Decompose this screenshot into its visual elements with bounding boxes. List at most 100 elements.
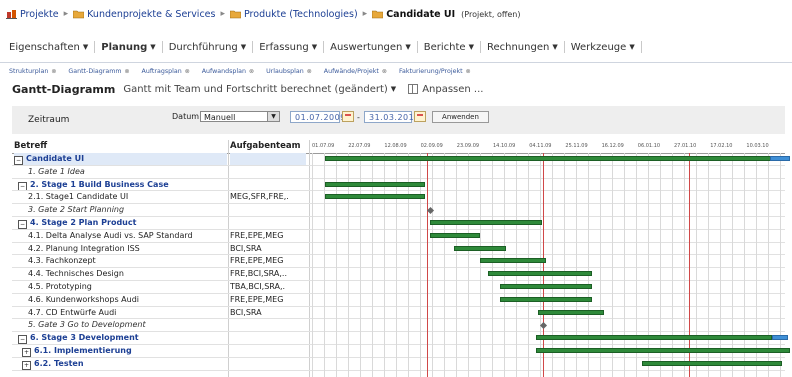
gantt-mode-dropdown[interactable]: Gantt mit Team und Fortschritt berechnet… (123, 84, 396, 95)
close-icon[interactable]: ⊗ (124, 68, 129, 75)
collapse-icon[interactable]: − (14, 156, 23, 165)
gantt-bar-progress[interactable] (325, 194, 425, 200)
breadcrumb-item[interactable]: Kundenprojekte & Services (72, 8, 216, 20)
week-gridline (636, 153, 637, 377)
menu-berichte[interactable]: Berichte ▼ (418, 41, 481, 53)
tab-label: Aufwände/Projekt (323, 67, 379, 75)
week-gridline (684, 153, 685, 377)
close-icon[interactable]: ⊗ (382, 68, 387, 75)
menu-eigenschaften[interactable]: Eigenschaften ▼ (0, 41, 96, 53)
gantt-bar-progress[interactable] (538, 309, 604, 315)
gantt-bar-progress[interactable] (325, 156, 773, 161)
tab-item[interactable]: Aufwandsplan ⊗ (194, 68, 258, 75)
expand-icon[interactable]: + (22, 348, 31, 357)
task-subject-cell: 4.7. CD Entwürfe Audi (14, 307, 241, 319)
close-icon[interactable]: ⊗ (307, 68, 312, 75)
task-team-cell: FRE,EPE,MEG (230, 256, 284, 266)
menu-werkzeuge[interactable]: Werkzeuge ▼ (565, 41, 642, 53)
close-icon[interactable]: ⊗ (51, 68, 56, 75)
gantt-bar-progress[interactable] (480, 258, 546, 264)
task-team-cell (230, 217, 306, 229)
today-marker-line (543, 153, 544, 377)
folder-icon (229, 9, 242, 19)
gantt-table: Betreff Aufgabenteam 01.07.09 22.07.09 12.… (12, 140, 790, 377)
tab-label: Urlaubsplan (266, 67, 304, 75)
tab-item[interactable]: Fakturierung/Projekt ⊗ (391, 68, 475, 75)
menu-durchführung[interactable]: Durchführung ▼ (163, 41, 254, 53)
menu-erfassung[interactable]: Erfassung ▼ (253, 41, 325, 53)
close-icon[interactable]: ⊗ (466, 68, 471, 75)
page-heading: Gantt-Diagramm Gantt mit Team und Fortsc… (12, 81, 483, 97)
task-subject-cell: 1. Gate 1 Idea (14, 166, 241, 178)
close-icon[interactable]: ⊗ (185, 68, 190, 75)
task-team-cell (230, 319, 306, 331)
gantt-bar-progress[interactable] (430, 232, 480, 238)
breadcrumb-item[interactable]: Candidate UI (Projekt, offen) (371, 9, 521, 20)
task-team-cell (230, 332, 306, 344)
task-subject: 4.6. Kundenworkshops Audi (28, 294, 139, 304)
tab-item[interactable]: Aufwände/Projekt ⊗ (316, 68, 391, 75)
gantt-bar-progress[interactable] (642, 360, 782, 366)
gantt-bar-progress[interactable] (500, 296, 592, 302)
date-tick-label: 22.07.09 (348, 143, 371, 149)
to-date-input[interactable]: 31.03.2010 (364, 111, 419, 123)
tab-item[interactable]: Gantt-Diagramm ⊗ (60, 68, 133, 75)
collapse-icon[interactable]: − (18, 220, 27, 229)
week-gridline (516, 153, 517, 377)
projects-icon (6, 9, 17, 19)
caret-down-icon: ▼ (390, 85, 397, 93)
week-gridline (348, 153, 349, 377)
date-tick-label: 16.12.09 (601, 143, 624, 149)
gantt-bar-planned[interactable] (772, 335, 788, 341)
menu-label: Planung (101, 41, 148, 53)
date-tick-label: 04.11.09 (529, 143, 552, 149)
betreff-header: Betreff (14, 141, 48, 151)
gantt-bar-progress[interactable] (325, 181, 425, 187)
calendar-icon[interactable] (414, 111, 426, 122)
apply-button[interactable]: Anwenden (432, 111, 489, 123)
gantt-header: Betreff Aufgabenteam 01.07.09 22.07.09 12.… (12, 140, 785, 154)
expand-icon[interactable]: + (22, 360, 31, 370)
gantt-bar-progress[interactable] (536, 348, 790, 353)
adjust-link[interactable]: Anpassen ... (408, 84, 483, 95)
collapse-icon[interactable]: − (18, 181, 27, 191)
menu-auswertungen[interactable]: Auswertungen ▼ (324, 41, 418, 53)
today-marker-line (689, 153, 690, 377)
task-subject: 4.4. Technisches Design (28, 269, 124, 279)
task-team-cell: FRE,BCI,SRA,.. (230, 269, 288, 279)
datum-select[interactable]: Manuell ▼ (200, 111, 280, 122)
caret-down-icon: ▼ (150, 43, 156, 51)
task-subject-cell: −2. Stage 1 Build Business Case (14, 179, 231, 191)
task-subject-cell: 2.1. Stage1 Candidate UI (14, 191, 241, 203)
gantt-chart-area (312, 153, 790, 377)
collapse-icon[interactable]: − (18, 335, 27, 345)
gantt-bar-progress[interactable] (430, 220, 542, 225)
gantt-bar-progress[interactable] (454, 245, 506, 251)
tab-item[interactable]: Urlaubsplan ⊗ (258, 68, 316, 75)
breadcrumb-item[interactable]: Projekte (6, 9, 59, 20)
menu-label: Erfassung (259, 41, 309, 53)
tab-item[interactable]: Strukturplan ⊗ (0, 68, 60, 75)
caret-down-icon: ▼ (82, 43, 89, 51)
menu-planung[interactable]: Planung ▼ (95, 41, 163, 53)
breadcrumb-item[interactable]: Produkte (Technologies) (229, 9, 358, 20)
gantt-bar-planned[interactable] (770, 156, 790, 161)
week-gridline (756, 153, 757, 377)
tab-item[interactable]: Auftragsplan ⊗ (134, 68, 194, 75)
date-tick-label: 17.02.10 (710, 143, 733, 149)
week-gridline (744, 153, 745, 377)
breadcrumb-label: Kundenprojekte & Services (87, 8, 216, 20)
gantt-bar-progress[interactable] (488, 271, 592, 277)
gantt-bar-progress[interactable] (536, 335, 772, 341)
from-date-input[interactable]: 01.07.2009 (290, 111, 345, 123)
calendar-icon[interactable] (342, 111, 354, 122)
week-gridline (576, 153, 577, 377)
close-icon[interactable]: ⊗ (249, 68, 254, 75)
task-subject: 6.1. Implementierung (34, 346, 132, 355)
date-tick-label: 06.01.10 (637, 143, 661, 149)
folder-icon (72, 9, 85, 19)
week-gridline (732, 153, 733, 377)
gantt-bar-progress[interactable] (500, 284, 592, 289)
milestone-diamond-icon[interactable] (539, 321, 548, 329)
menu-rechnungen[interactable]: Rechnungen ▼ (481, 41, 565, 53)
